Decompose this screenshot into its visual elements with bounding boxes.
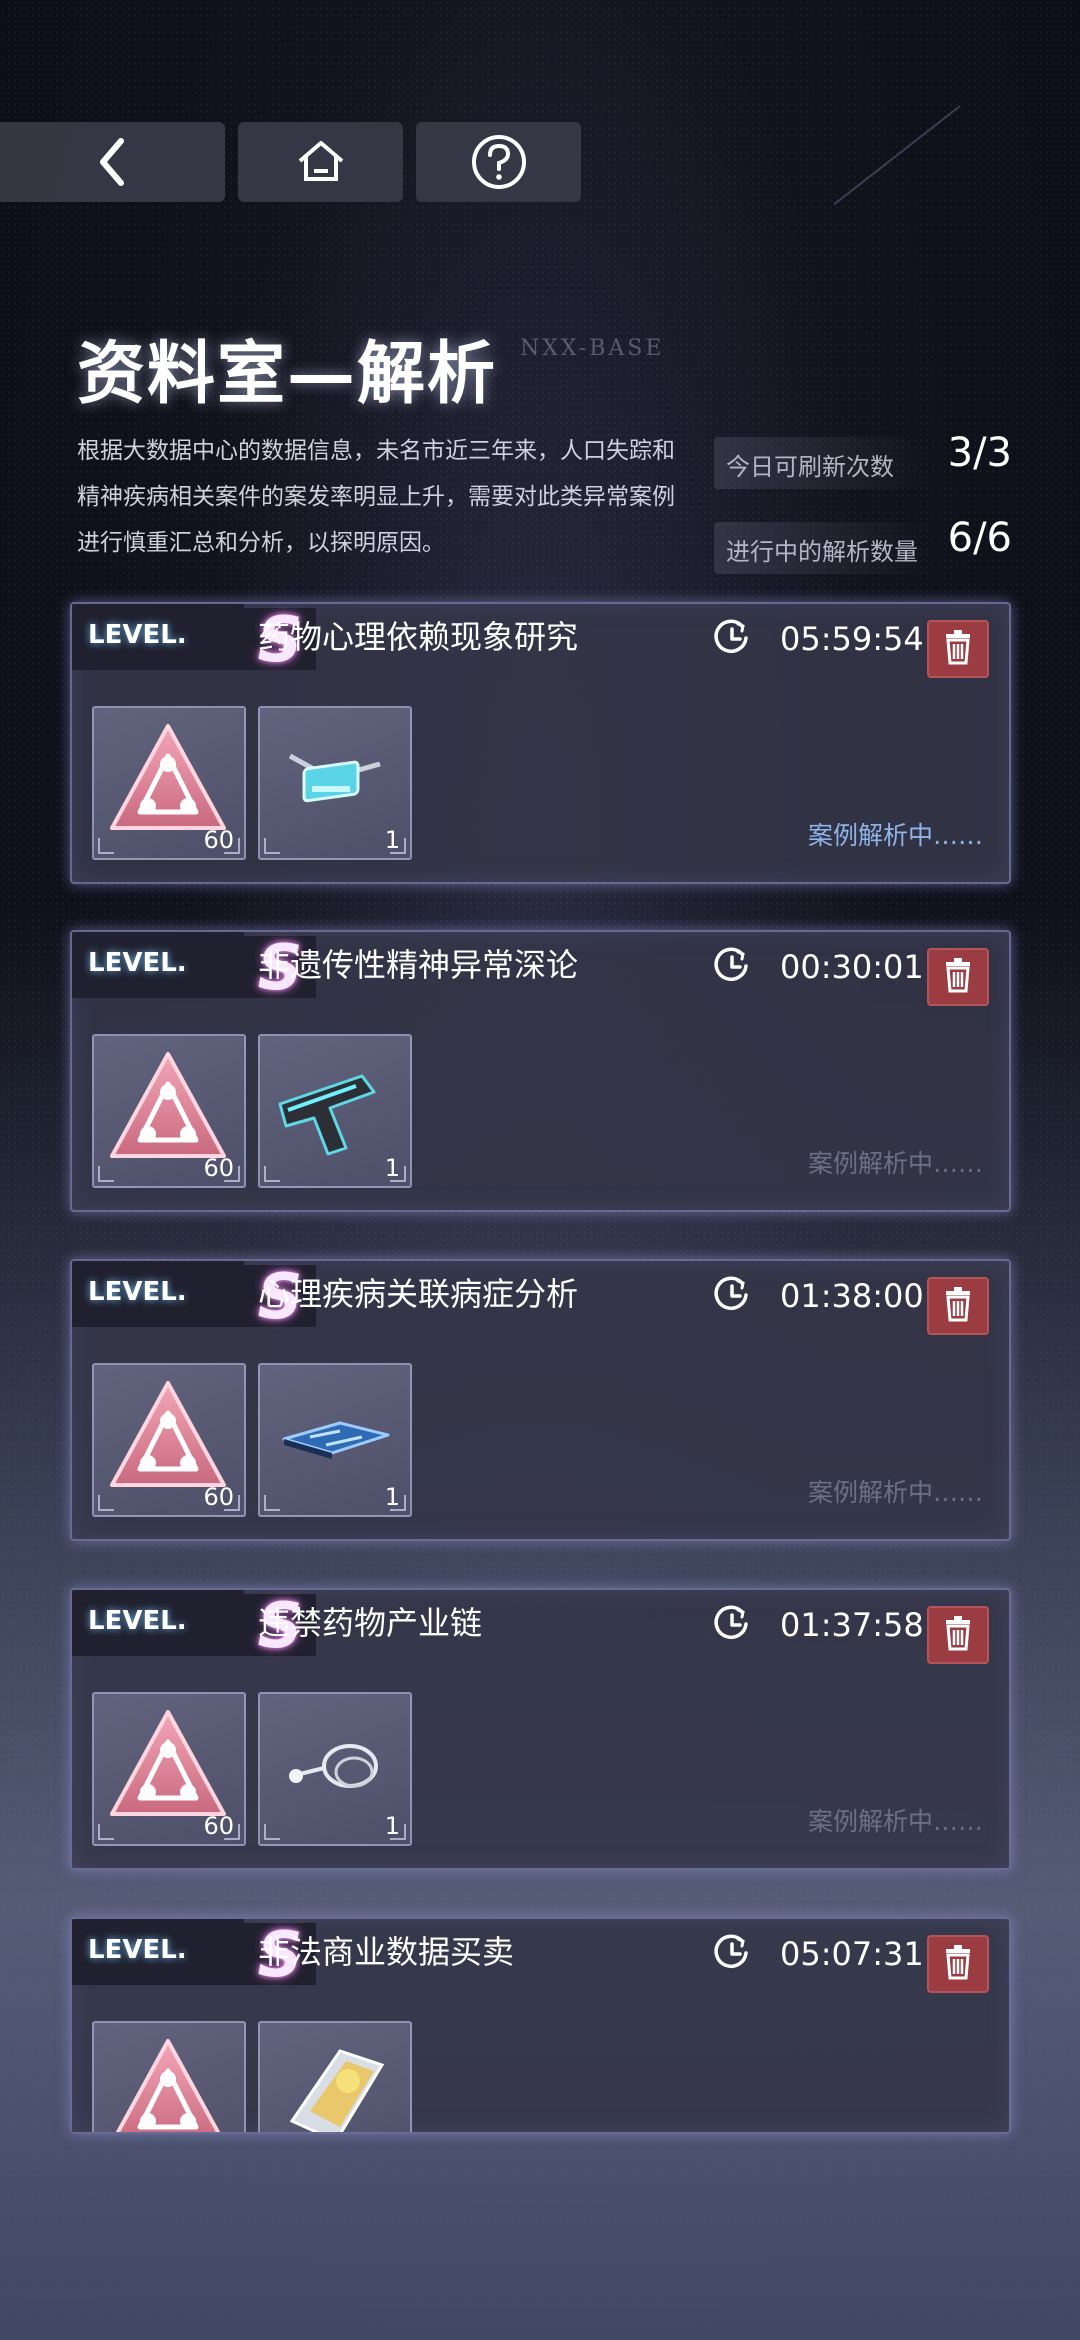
level-badge: LEVEL.	[72, 1919, 244, 1985]
case-status: 案例解析中……	[807, 1149, 983, 1178]
reward-slot[interactable]: 60	[92, 1034, 246, 1188]
reward-slot[interactable]	[92, 2021, 246, 2132]
case-title: 违禁药物产业链	[258, 1604, 483, 1642]
reward-quantity: 1	[384, 1154, 400, 1182]
circuit-board-icon	[270, 1373, 398, 1501]
home-button[interactable]	[238, 122, 403, 202]
case-timer: 00:30:01	[780, 948, 924, 986]
level-prefix: LEVEL.	[88, 620, 187, 650]
question-circle-icon	[471, 135, 526, 189]
reward-quantity: 60	[203, 1154, 234, 1182]
reward-slot[interactable]	[258, 2021, 412, 2132]
clock-icon	[712, 1275, 752, 1315]
reward-quantity: 60	[203, 826, 234, 854]
reward-slot[interactable]: 60	[92, 706, 246, 860]
case-timer: 01:37:58	[780, 1606, 924, 1644]
clock-icon	[712, 946, 752, 986]
clock-icon	[712, 1604, 752, 1644]
level-badge: LEVEL.	[72, 1590, 244, 1656]
stethoscope-icon	[270, 1702, 398, 1830]
case-card[interactable]: LEVEL. S 非法商业数据买卖 05:07:31	[70, 1917, 1011, 2134]
page-title: 资料室—解析	[77, 334, 498, 414]
case-card[interactable]: LEVEL. S 非遗传性精神异常深论 00:30:01 60 1 案例解析中……	[70, 930, 1011, 1212]
pink-triangle-emblem-icon	[104, 2031, 232, 2132]
reward-slot[interactable]: 1	[258, 1034, 412, 1188]
pistol-icon	[270, 1044, 398, 1172]
level-badge: LEVEL.	[72, 1261, 244, 1327]
reward-quantity: 60	[203, 1812, 234, 1840]
analyzing-count-value: 6/6	[947, 515, 1012, 561]
page-subtitle: NXX-BASE	[520, 336, 665, 361]
refresh-count-value: 3/3	[947, 430, 1012, 476]
case-status: 案例解析中……	[807, 1478, 983, 1507]
trash-icon	[938, 955, 978, 999]
pink-triangle-emblem-icon	[104, 1702, 232, 1830]
delete-button[interactable]	[927, 620, 989, 678]
help-button[interactable]	[416, 122, 581, 202]
level-prefix: LEVEL.	[88, 1606, 187, 1636]
level-prefix: LEVEL.	[88, 1277, 187, 1307]
case-status: 案例解析中……	[807, 1807, 983, 1836]
reward-quantity: 1	[384, 826, 400, 854]
refresh-count-label: 今日可刷新次数	[726, 453, 894, 481]
delete-button[interactable]	[927, 1606, 989, 1664]
delete-button[interactable]	[927, 1277, 989, 1335]
analyzing-count-label: 进行中的解析数量	[726, 538, 918, 566]
level-prefix: LEVEL.	[88, 1935, 187, 1965]
reward-slot[interactable]: 1	[258, 706, 412, 860]
trash-icon	[938, 1942, 978, 1986]
trash-icon	[938, 1284, 978, 1328]
case-card[interactable]: LEVEL. S 药物心理依赖现象研究 05:59:54 60 1 案例解析中……	[70, 602, 1011, 884]
level-prefix: LEVEL.	[88, 948, 187, 978]
decorative-line	[833, 105, 961, 206]
reward-slot[interactable]: 60	[92, 1692, 246, 1846]
page-description: 根据大数据中心的数据信息，未名市近三年来，人口失踪和精神疾病相关案件的案发率明显…	[77, 438, 675, 556]
pink-triangle-emblem-icon	[104, 1044, 232, 1172]
clock-icon	[712, 618, 752, 658]
glasses-icon	[270, 716, 398, 844]
case-title: 心理疾病关联病症分析	[258, 1275, 579, 1313]
cards-icon	[270, 2031, 398, 2132]
reward-slot[interactable]: 60	[92, 1363, 246, 1517]
case-timer: 05:07:31	[780, 1935, 924, 1973]
pink-triangle-emblem-icon	[104, 716, 232, 844]
back-button[interactable]	[0, 122, 225, 202]
reward-quantity: 1	[384, 1812, 400, 1840]
case-timer: 01:38:00	[780, 1277, 924, 1315]
case-card[interactable]: LEVEL. S 违禁药物产业链 01:37:58 60 1 案例解析中……	[70, 1588, 1011, 1870]
reward-slot[interactable]: 1	[258, 1692, 412, 1846]
case-timer: 05:59:54	[780, 620, 924, 658]
level-badge: LEVEL.	[72, 604, 244, 670]
pink-triangle-emblem-icon	[104, 1373, 232, 1501]
chevron-left-icon	[99, 138, 124, 186]
reward-quantity: 1	[384, 1483, 400, 1511]
case-title: 非遗传性精神异常深论	[258, 946, 579, 984]
case-title: 非法商业数据买卖	[258, 1933, 515, 1971]
level-badge: LEVEL.	[72, 932, 244, 998]
trash-icon	[938, 627, 978, 671]
case-card[interactable]: LEVEL. S 心理疾病关联病症分析 01:38:00 60 1 案例解析中……	[70, 1259, 1011, 1541]
delete-button[interactable]	[927, 1935, 989, 1993]
reward-slot[interactable]: 1	[258, 1363, 412, 1517]
trash-icon	[938, 1613, 978, 1657]
delete-button[interactable]	[927, 948, 989, 1006]
case-status: 案例解析中……	[807, 821, 983, 850]
reward-quantity: 60	[203, 1483, 234, 1511]
case-title: 药物心理依赖现象研究	[258, 618, 579, 656]
clock-icon	[712, 1933, 752, 1973]
home-icon	[298, 141, 343, 181]
